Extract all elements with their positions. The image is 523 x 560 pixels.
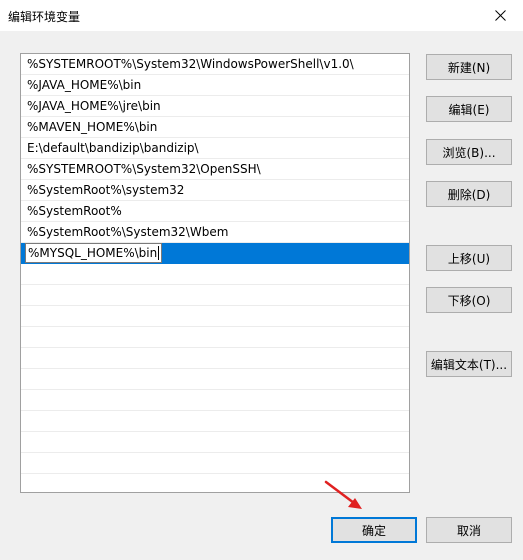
list-item-text: %SystemRoot%\system32 — [27, 183, 185, 197]
browse-button[interactable]: 浏览(B)... — [426, 139, 512, 165]
empty-row[interactable] — [21, 369, 409, 390]
text-caret — [158, 246, 160, 260]
annotation-arrow-icon — [324, 480, 362, 509]
list-item[interactable]: E:\default\bandizip\bandizip\ — [21, 138, 409, 159]
list-item[interactable]: %MAVEN_HOME%\bin — [21, 117, 409, 138]
list-item-text: %MAVEN_HOME%\bin — [27, 120, 158, 134]
title-bar: 编辑环境变量 — [0, 0, 523, 31]
list-item[interactable]: %SYSTEMROOT%\System32\OpenSSH\ — [21, 159, 409, 180]
close-button[interactable] — [477, 0, 523, 31]
empty-row[interactable] — [21, 432, 409, 453]
list-item[interactable]: %SystemRoot%\System32\Wbem — [21, 222, 409, 243]
empty-row[interactable] — [21, 306, 409, 327]
list-item-text: %SystemRoot% — [27, 204, 122, 218]
list-item[interactable]: %JAVA_HOME%\jre\bin — [21, 96, 409, 117]
empty-row[interactable] — [21, 411, 409, 432]
close-icon — [494, 10, 506, 21]
window-title: 编辑环境变量 — [8, 10, 81, 24]
path-list[interactable]: %SYSTEMROOT%\System32\WindowsPowerShell\… — [20, 53, 410, 493]
empty-row[interactable] — [21, 390, 409, 411]
new-button[interactable]: 新建(N) — [426, 54, 512, 80]
list-item-text: %SYSTEMROOT%\System32\OpenSSH\ — [27, 162, 261, 176]
move-down-button[interactable]: 下移(O) — [426, 287, 512, 313]
edit-button[interactable]: 编辑(E) — [426, 96, 512, 122]
empty-row[interactable] — [21, 348, 409, 369]
path-edit-value: %MYSQL_HOME%\bin — [28, 246, 158, 260]
edit-text-button[interactable]: 编辑文本(T)... — [426, 351, 512, 377]
cancel-button[interactable]: 取消 — [426, 517, 512, 543]
empty-row[interactable] — [21, 285, 409, 306]
list-item-selected[interactable]: %MYSQL_HOME%\bin — [21, 243, 409, 264]
list-item[interactable]: %SYSTEMROOT%\System32\WindowsPowerShell\… — [21, 54, 409, 75]
list-item-text: %JAVA_HOME%\bin — [27, 78, 142, 92]
list-item-text: %SystemRoot%\System32\Wbem — [27, 225, 229, 239]
empty-row[interactable] — [21, 453, 409, 474]
list-item-text: E:\default\bandizip\bandizip\ — [27, 141, 199, 155]
list-item-text: %SYSTEMROOT%\System32\WindowsPowerShell\… — [27, 57, 354, 71]
list-item-text: %JAVA_HOME%\jre\bin — [27, 99, 161, 113]
move-up-button[interactable]: 上移(U) — [426, 245, 512, 271]
empty-row[interactable] — [21, 327, 409, 348]
list-item[interactable]: %JAVA_HOME%\bin — [21, 75, 409, 96]
list-item[interactable]: %SystemRoot% — [21, 201, 409, 222]
delete-button[interactable]: 删除(D) — [426, 181, 512, 207]
path-edit-input[interactable]: %MYSQL_HOME%\bin — [25, 243, 163, 263]
empty-row[interactable] — [21, 264, 409, 285]
ok-button[interactable]: 确定 — [331, 517, 417, 543]
list-item[interactable]: %SystemRoot%\system32 — [21, 180, 409, 201]
